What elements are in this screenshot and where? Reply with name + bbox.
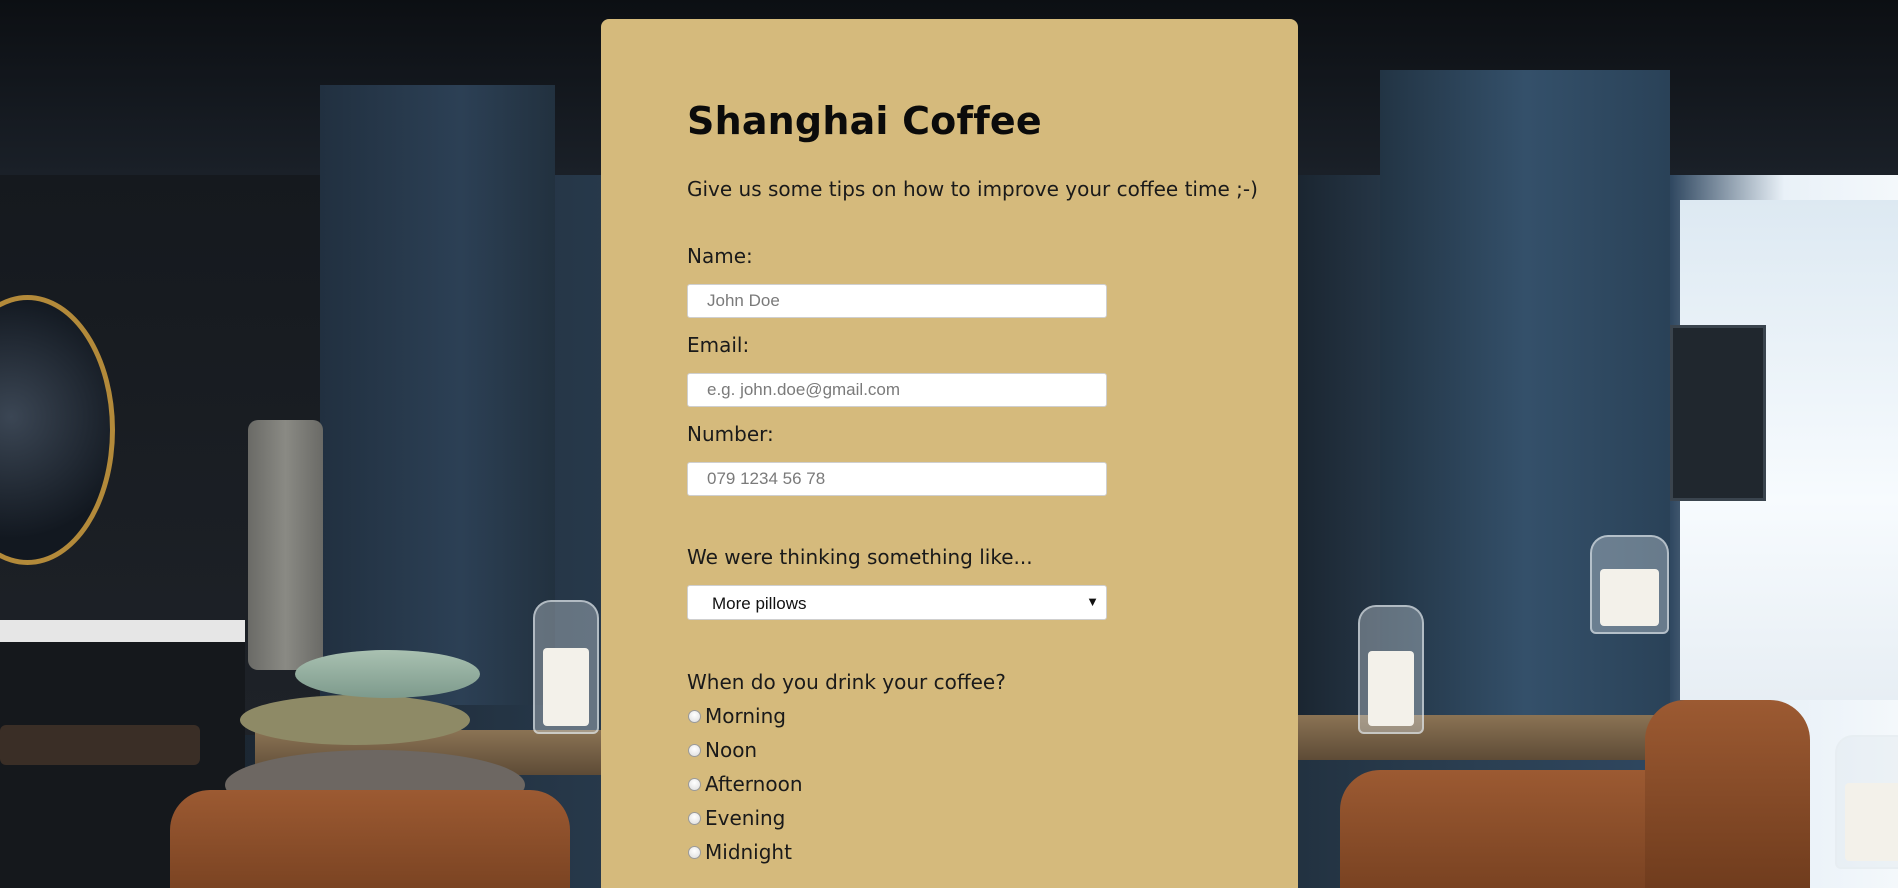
radio-label: Evening [705, 806, 786, 830]
candle-lantern [533, 600, 599, 734]
name-label: Name: [687, 244, 753, 268]
fur-throw [248, 420, 323, 670]
table-right [1290, 715, 1660, 760]
candle-lantern [1358, 605, 1424, 734]
radio-button[interactable] [688, 743, 701, 757]
radio-option-noon[interactable]: Noon [687, 737, 757, 763]
email-input[interactable] [687, 373, 1107, 407]
pillow [295, 650, 480, 698]
bench [0, 725, 200, 765]
number-input[interactable] [687, 462, 1107, 496]
pillar [320, 85, 555, 705]
email-label: Email: [687, 333, 750, 357]
leather-chair [1645, 700, 1810, 888]
radio-label: Midnight [705, 840, 792, 864]
page-title: Shanghai Coffee [687, 99, 1042, 143]
radio-label: Morning [705, 704, 786, 728]
coffee-time-label: When do you drink your coffee? [687, 670, 1006, 694]
radio-button[interactable] [688, 811, 701, 825]
radio-option-midnight[interactable]: Midnight [687, 839, 792, 865]
survey-card: Shanghai Coffee Give us some tips on how… [601, 19, 1298, 888]
radio-option-morning[interactable]: Morning [687, 703, 786, 729]
suggestion-label: We were thinking something like... [687, 545, 1033, 569]
radio-button[interactable] [688, 845, 701, 859]
radio-option-evening[interactable]: Evening [687, 805, 785, 831]
radio-option-afternoon[interactable]: Afternoon [687, 771, 803, 797]
candle-lantern [1590, 535, 1669, 634]
radio-button[interactable] [688, 777, 701, 791]
name-input[interactable] [687, 284, 1107, 318]
suggestion-selected-value: More pillows [712, 594, 807, 613]
number-label: Number: [687, 422, 774, 446]
speaker [1670, 325, 1766, 501]
radio-label: Afternoon [705, 772, 803, 796]
pillow [240, 695, 470, 745]
candle-lantern [1835, 735, 1898, 869]
suggestion-select[interactable]: More pillows ▼ [687, 585, 1107, 620]
leather-chair [170, 790, 570, 888]
counter-top [0, 620, 245, 642]
page-subtitle: Give us some tips on how to improve your… [687, 177, 1258, 201]
radio-label: Noon [705, 738, 758, 762]
radio-button[interactable] [688, 709, 701, 723]
caret-down-icon: ▼ [1086, 594, 1099, 609]
